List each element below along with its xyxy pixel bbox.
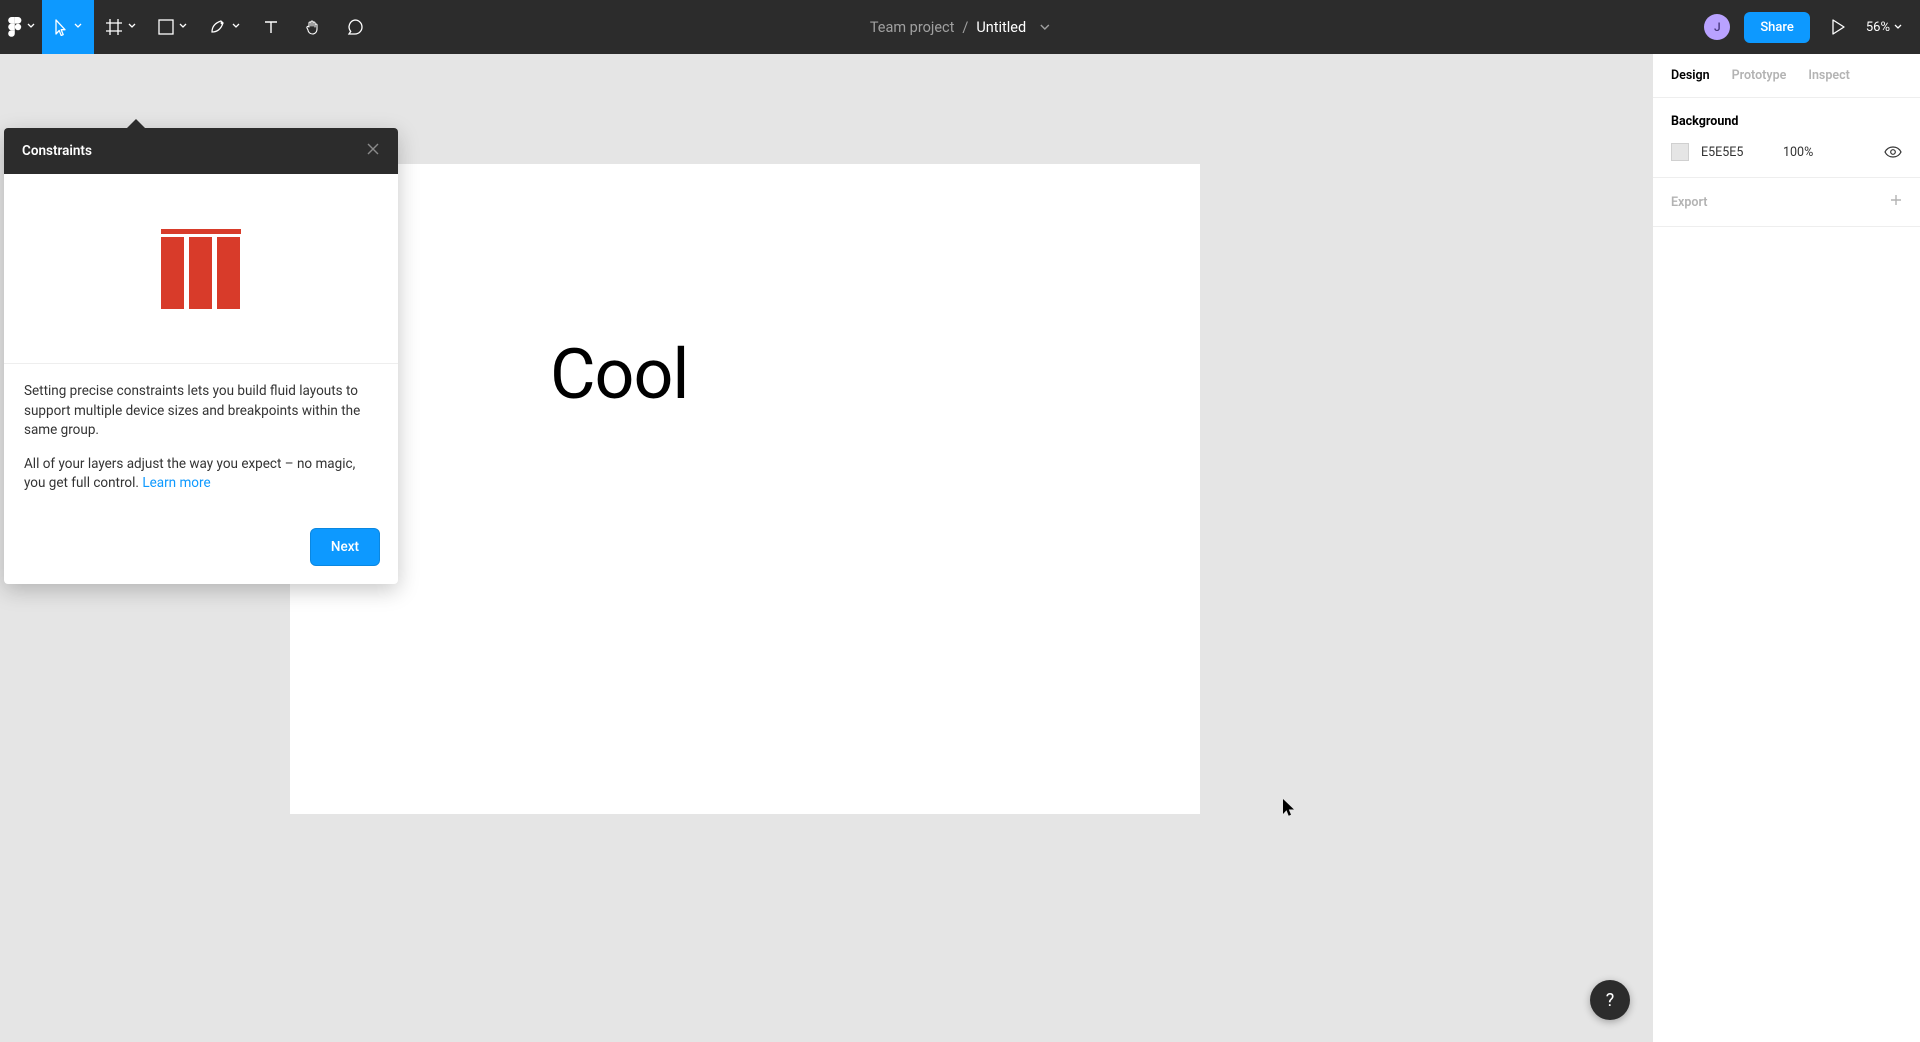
chevron-down-icon — [27, 23, 35, 29]
breadcrumb: Team project / Untitled — [870, 19, 1050, 36]
toolbar-right-group: J Share 56% — [1704, 12, 1920, 43]
move-tool-button[interactable] — [42, 0, 94, 54]
present-button[interactable] — [1824, 19, 1852, 35]
close-icon — [366, 142, 380, 156]
breadcrumb-team[interactable]: Team project — [870, 19, 955, 36]
chevron-down-icon — [128, 23, 136, 29]
toolbar-left-group — [0, 0, 376, 54]
zoom-value: 56% — [1866, 20, 1890, 35]
background-opacity-input[interactable]: 100% — [1783, 145, 1833, 160]
onboarding-popup: Constraints Setting precise constraints … — [4, 128, 398, 584]
share-button[interactable]: Share — [1744, 12, 1810, 43]
workspace: Cool Constraints Setting precise constra… — [0, 54, 1920, 1042]
learn-more-link[interactable]: Learn more — [142, 475, 210, 491]
tab-inspect[interactable]: Inspect — [1808, 68, 1849, 83]
chevron-down-icon — [1894, 24, 1902, 30]
popup-paragraph-1: Setting precise constraints lets you bui… — [24, 382, 378, 441]
help-button[interactable]: ? — [1590, 980, 1630, 1020]
inspector-tabs: Design Prototype Inspect — [1653, 54, 1920, 98]
tab-prototype[interactable]: Prototype — [1732, 68, 1787, 83]
popup-illustration — [4, 174, 398, 364]
export-title: Export — [1671, 195, 1707, 210]
figma-logo-icon — [8, 17, 22, 37]
design-frame[interactable]: Cool — [290, 164, 1200, 814]
export-add-button[interactable] — [1890, 194, 1902, 210]
breadcrumb-separator: / — [962, 19, 968, 36]
popup-title: Constraints — [22, 143, 92, 159]
next-button[interactable]: Next — [310, 528, 380, 566]
inspector-panel: Design Prototype Inspect Background E5E5… — [1652, 54, 1920, 1042]
frame-icon — [105, 18, 123, 36]
canvas[interactable]: Cool Constraints Setting precise constra… — [0, 54, 1652, 1042]
hand-tool-button[interactable] — [292, 0, 334, 54]
chevron-down-icon — [179, 23, 187, 29]
text-tool-button[interactable] — [250, 0, 292, 54]
popup-body: Setting precise constraints lets you bui… — [4, 364, 398, 528]
hand-icon — [304, 18, 322, 36]
play-icon — [1831, 19, 1845, 35]
background-visibility-toggle[interactable] — [1884, 146, 1902, 158]
rectangle-icon — [158, 19, 174, 35]
breadcrumb-file[interactable]: Untitled — [976, 19, 1026, 36]
background-hex-input[interactable]: E5E5E5 — [1701, 145, 1771, 160]
plus-icon — [1890, 194, 1902, 206]
tab-design[interactable]: Design — [1671, 68, 1710, 83]
export-section: Export — [1653, 178, 1920, 227]
zoom-control[interactable]: 56% — [1866, 20, 1902, 35]
popup-header: Constraints — [4, 128, 398, 174]
avatar[interactable]: J — [1704, 14, 1730, 40]
constraints-illustration — [161, 229, 241, 309]
background-section: Background E5E5E5 100% — [1653, 98, 1920, 178]
top-toolbar: Team project / Untitled J Share 56% — [0, 0, 1920, 54]
chevron-down-icon — [74, 23, 82, 29]
popup-actions: Next — [4, 528, 398, 584]
pen-tool-button[interactable] — [198, 0, 250, 54]
mouse-cursor-icon — [1282, 798, 1296, 818]
chevron-down-icon — [232, 23, 240, 29]
comment-icon — [346, 18, 364, 36]
chevron-down-icon — [1040, 24, 1050, 31]
canvas-text-layer[interactable]: Cool — [550, 334, 688, 416]
background-row: E5E5E5 100% — [1671, 143, 1902, 161]
eye-icon — [1884, 146, 1902, 158]
comment-tool-button[interactable] — [334, 0, 376, 54]
cursor-icon — [54, 19, 69, 36]
main-menu-button[interactable] — [0, 0, 42, 54]
pen-icon — [209, 18, 227, 36]
background-title: Background — [1671, 114, 1902, 129]
popup-paragraph-2: All of your layers adjust the way you ex… — [24, 455, 378, 494]
popup-close-button[interactable] — [366, 142, 380, 160]
background-swatch[interactable] — [1671, 143, 1689, 161]
shape-tool-button[interactable] — [146, 0, 198, 54]
file-menu-chevron[interactable] — [1040, 24, 1050, 31]
text-icon — [263, 19, 279, 35]
frame-tool-button[interactable] — [94, 0, 146, 54]
